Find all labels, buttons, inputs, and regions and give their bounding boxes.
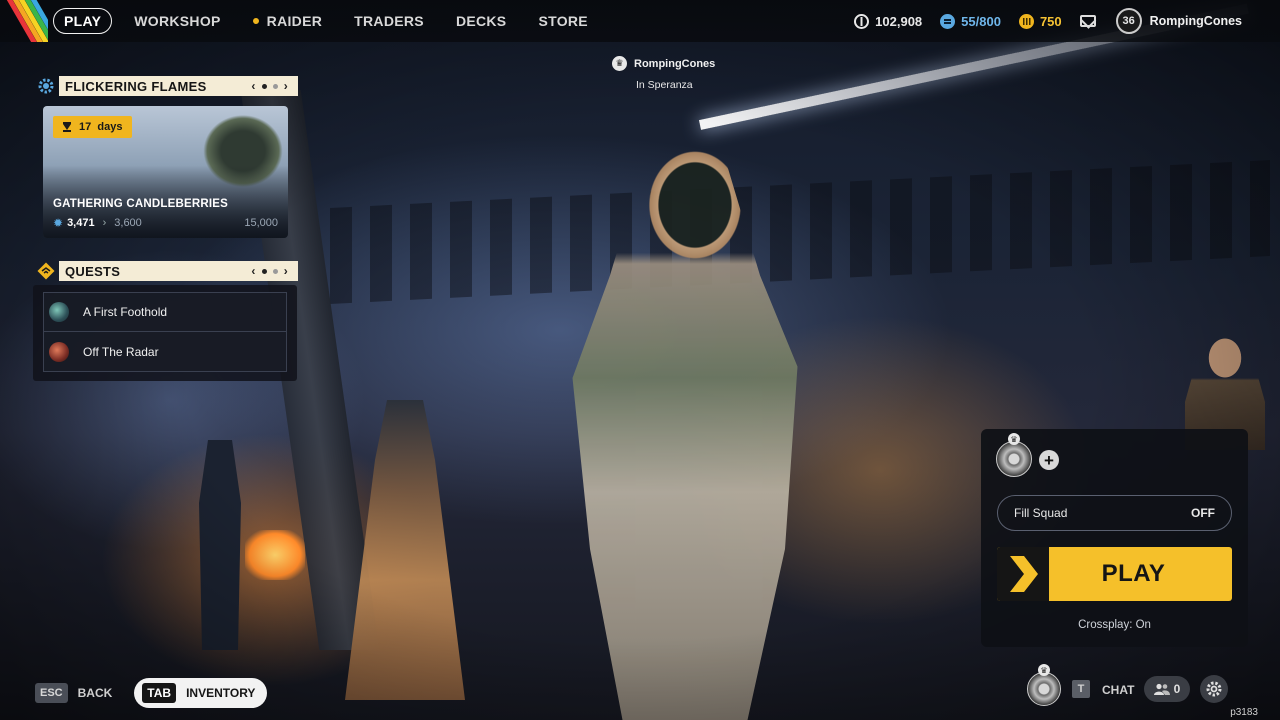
quest-label: A First Foothold [83, 305, 168, 319]
currency-bar: 102,908 55/800 750 36 RompingCones [854, 0, 1280, 42]
crown-icon: ♛ [612, 56, 627, 71]
nav-play-label: PLAY [64, 13, 102, 29]
friends-icon [1153, 683, 1170, 695]
inventory-button[interactable]: TAB INVENTORY [134, 678, 268, 708]
chevron-right-icon[interactable]: › [284, 264, 288, 278]
crown-icon: ♛ [1038, 664, 1050, 676]
days-remaining-badge: 17 days [53, 116, 133, 138]
coin-icon [854, 13, 870, 29]
list-item[interactable]: Off The Radar [43, 332, 287, 372]
nav-raider[interactable]: RAIDER [252, 8, 323, 34]
quest-label: Off The Radar [83, 344, 159, 359]
username[interactable]: RompingCones [1150, 14, 1242, 28]
chat-button[interactable]: CHAT [1102, 683, 1134, 697]
chat-key-hint: T [1072, 680, 1090, 698]
main-nav: PLAY WORKSHOP RAIDER TRADERS DECKS STORE [53, 8, 620, 34]
max-value: 15,000 [244, 217, 278, 229]
top-navigation-bar: PLAY WORKSHOP RAIDER TRADERS DECKS STORE… [0, 0, 1280, 42]
days-value: 17 [79, 121, 92, 133]
back-button[interactable]: BACK [78, 686, 113, 700]
chevron-right-icon[interactable]: › [284, 79, 288, 93]
quest-icon [49, 302, 69, 322]
bottom-left-controls: ESC BACK TAB INVENTORY [35, 678, 268, 708]
play-button-label: PLAY [1101, 560, 1166, 587]
avatar[interactable] [1027, 672, 1061, 706]
settings-button[interactable] [1200, 675, 1228, 703]
event-title: GATHERING CANDLEBERRIES [53, 198, 228, 210]
nav-decks[interactable]: DECKS [456, 8, 507, 34]
quests-panel-header: QUESTS ‹ › [35, 260, 298, 282]
nav-decks-label: DECKS [455, 13, 507, 29]
nav-raider-label: RAIDER [266, 13, 323, 29]
nav-workshop-label: WORKSHOP [134, 13, 221, 29]
mail-icon[interactable] [1079, 15, 1096, 27]
hourglass-icon [63, 122, 71, 132]
fill-squad-toggle[interactable]: Fill Squad OFF [997, 495, 1232, 531]
pager-dot [261, 268, 267, 274]
blue-token-icon [940, 13, 956, 29]
gold-token-icon [1018, 13, 1034, 29]
chevron-left-icon[interactable]: ‹ [251, 264, 255, 278]
pager-dot [261, 83, 267, 89]
quests-pager: ‹ › [251, 261, 288, 281]
event-pager: ‹ › [251, 76, 288, 96]
event-card[interactable]: 17 days GATHERING CANDLEBERRIES ✹ 3,471 … [43, 106, 288, 238]
fill-squad-label: Fill Squad [1014, 506, 1068, 520]
nav-store[interactable]: STORE [538, 8, 587, 34]
party-leader-name: RompingCones [634, 57, 716, 70]
pager-dot [272, 268, 278, 274]
days-unit: days [97, 121, 123, 133]
pager-dot [272, 83, 278, 89]
tab-key-hint: TAB [142, 683, 177, 703]
friends-count: 0 [1173, 682, 1181, 696]
rainbow-logo-stripes [0, 0, 48, 42]
coins-currency: 102,908 [854, 13, 923, 29]
gear-icon [1206, 681, 1222, 697]
event-header-bar: FLICKERING FLAMES ‹ › [59, 76, 298, 96]
build-number: p3183 [1230, 707, 1258, 718]
event-progress: ✹ 3,471 › 3,600 15,000 [53, 216, 278, 230]
nav-play[interactable]: PLAY [53, 8, 113, 34]
friends-button[interactable]: 0 [1144, 676, 1190, 702]
nav-store-label: STORE [538, 13, 588, 29]
inventory-label: INVENTORY [186, 686, 256, 700]
event-panel-header: FLICKERING FLAMES ‹ › [35, 75, 298, 97]
chevron-right-icon: › [102, 217, 107, 229]
quests-header-title: QUESTS [65, 263, 121, 279]
nav-traders-label: TRADERS [354, 13, 424, 29]
esc-key-hint: ESC [35, 683, 68, 703]
chevron-right-icon [997, 547, 1049, 601]
coins-value: 102,908 [875, 13, 923, 29]
blue-currency: 55/800 [940, 13, 1001, 29]
crossplay-status: Crossplay: On [1078, 619, 1151, 631]
notification-dot-icon [252, 18, 259, 24]
chevron-left-icon[interactable]: ‹ [251, 79, 255, 93]
gold-value: 750 [1039, 13, 1062, 29]
gold-currency: 750 [1018, 13, 1062, 29]
crown-icon: ♛ [1008, 433, 1020, 445]
nav-workshop[interactable]: WORKSHOP [134, 8, 220, 34]
event-header-title: FLICKERING FLAMES [65, 78, 207, 94]
progress-value: 3,471 [67, 217, 95, 229]
quests-header-bar: QUESTS ‹ › [59, 261, 298, 281]
gear-icon: ✹ [53, 216, 64, 230]
gear-icon [35, 75, 57, 97]
list-item[interactable]: A First Foothold [43, 292, 287, 332]
add-squad-member-button[interactable]: + [1039, 450, 1059, 470]
avatar[interactable] [996, 441, 1032, 477]
fill-squad-value: OFF [1191, 506, 1215, 520]
quest-diamond-icon [35, 260, 57, 282]
quest-list: A First Foothold Off The Radar [33, 285, 297, 381]
nav-traders[interactable]: TRADERS [354, 8, 424, 34]
party-indicator: ♛ RompingCones In Speranza [612, 56, 715, 91]
blue-value: 55/800 [961, 13, 1001, 29]
player-level-badge: 36 [1115, 8, 1142, 34]
party-location: In Speranza [636, 79, 693, 91]
play-panel: ♛ + Fill Squad OFF PLAY Crossplay: On [981, 429, 1248, 647]
play-button[interactable]: PLAY [997, 547, 1232, 601]
next-tier-value: 3,600 [114, 217, 142, 229]
quest-icon [49, 341, 69, 362]
